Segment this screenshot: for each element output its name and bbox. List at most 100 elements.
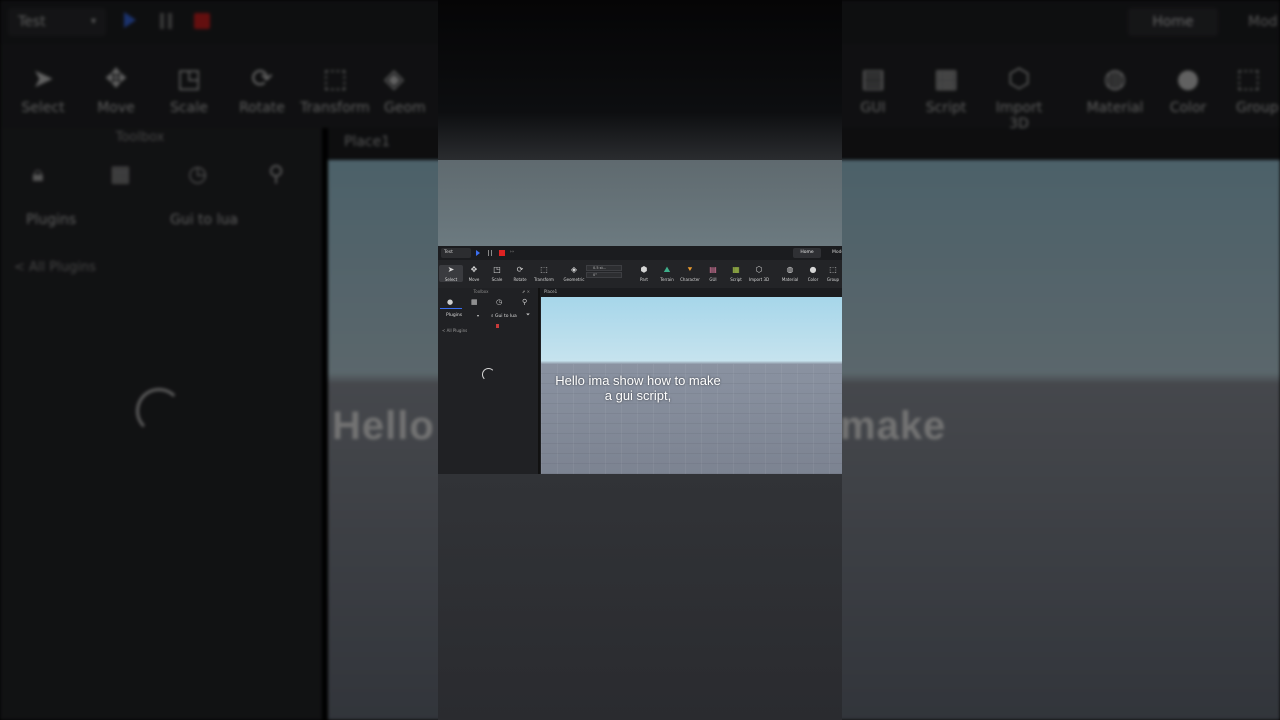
bg-clock-icon: ◷ (188, 162, 208, 187)
bg-tool-select: ➤ Select (8, 64, 78, 116)
step-icon[interactable]: ↦ (510, 249, 514, 255)
group-icon: ⬚ (829, 265, 837, 274)
character-icon: ⯆ (686, 265, 694, 274)
bg-grid-icon: ▦ (110, 162, 131, 187)
creations-tab-icon[interactable]: ⚲ (522, 298, 527, 306)
loading-spinner-icon (482, 368, 495, 381)
bg-script-icon: ▦ (933, 64, 959, 94)
bg-all-plugins-link: < All Plugins (14, 260, 96, 275)
bg-pin-icon: ⚲ (268, 162, 285, 187)
stop-icon[interactable] (499, 250, 505, 256)
tool-script[interactable]: ▦ Script (724, 265, 748, 282)
play-icon[interactable] (476, 250, 480, 256)
terrain-icon: ⛰ (663, 265, 671, 274)
tool-scale[interactable]: ◳ Scale (485, 265, 509, 282)
marketplace-tab-icon[interactable]: ▦ (471, 298, 478, 306)
project-dropdown[interactable]: Test (441, 248, 471, 258)
tool-select[interactable]: ➤ Select (439, 265, 463, 282)
part-icon: ⬢ (640, 265, 648, 274)
bg-cursor-icon: ➤ (32, 64, 54, 94)
bg-tool-geom: ◈ Geom (384, 64, 434, 116)
bg-lock-icon: 🔒︎ (32, 162, 44, 187)
bg-tab-home: Home (1128, 8, 1218, 36)
toolbox-tabs: ● ▦ ◷ ⚲ (438, 297, 538, 309)
material-icon: ◍ (786, 265, 794, 274)
script-icon: ▦ (732, 265, 740, 274)
bg-tool-import: ⬡ Import 3D (984, 64, 1054, 132)
cursor-icon: ➤ (447, 265, 455, 274)
bg-rotate-icon: ⟳ (251, 64, 273, 94)
geometric-icon: ◈ (570, 265, 578, 274)
bg-tool-script: ▦ Script (911, 64, 981, 116)
transform-icon: ⬚ (540, 265, 548, 274)
bg-tool-move: ✥ Move (81, 64, 151, 116)
bg-tool-transform: ⬚ Transform (300, 64, 370, 116)
tool-move[interactable]: ✥ Move (462, 265, 486, 282)
tab-place1[interactable]: Place1 (544, 289, 557, 294)
chevron-down-icon[interactable]: ▾ (477, 313, 479, 318)
bg-tool-color: ● Color (1153, 64, 1223, 116)
tool-character[interactable]: ⯆ Character (678, 265, 702, 282)
studio-window: Test ↦ Home Model ➤Select ✥Move ◳Scale ⟳… (438, 246, 842, 474)
all-plugins-link[interactable]: < All Plugins (442, 328, 467, 333)
bg-caption-left: Hello (332, 404, 435, 448)
scale-icon: ◳ (493, 265, 501, 274)
tool-terrain[interactable]: ⛰ Terrain (655, 265, 679, 282)
bg-project-label: Test (18, 14, 46, 30)
search-value: Gui to lua (494, 314, 517, 319)
bg-caption-right: make (840, 404, 947, 448)
video-frame: Test ↦ Home Model ➤Select ✥Move ◳Scale ⟳… (438, 0, 842, 720)
tool-color[interactable]: ● Color (801, 265, 825, 282)
view-tab-bar: Place1 (540, 288, 842, 297)
tool-gui[interactable]: ▤ GUI (701, 265, 725, 282)
undock-icon[interactable]: ⬈ (522, 289, 525, 294)
close-icon[interactable]: ✕ (527, 289, 530, 294)
bg-tool-gui: ▤ GUI (838, 64, 908, 116)
filter-icon[interactable]: ⏷ (526, 312, 530, 318)
move-increment-field[interactable]: 0.5 st... (586, 265, 622, 271)
tool-transform[interactable]: ⬚ Transform (532, 265, 556, 282)
bg-search-text: Gui to lua (170, 212, 238, 228)
inventory-tab-icon[interactable]: ● (447, 298, 453, 306)
bg-project-dropdown: Test ▾ (8, 8, 106, 36)
rotate-icon: ⟳ (516, 265, 524, 274)
move-icon: ✥ (470, 265, 478, 274)
bg-gui-icon: ▤ (860, 64, 886, 94)
color-icon: ● (809, 265, 817, 274)
bg-view-tab-place1: Place1 (344, 134, 391, 150)
frame-sky-band (438, 160, 842, 246)
bg-stop-icon (194, 13, 210, 29)
bg-color-icon: ● (1176, 64, 1200, 94)
tool-material[interactable]: ◍ Material (778, 265, 802, 282)
tool-geometric[interactable]: ◈ Geometric (562, 265, 586, 282)
tool-group[interactable]: ⬚ Group (824, 265, 842, 282)
tool-rotate[interactable]: ⟳ Rotate (508, 265, 532, 282)
tab-model[interactable]: Model (832, 248, 842, 258)
bg-tab-model: Mod (1248, 14, 1278, 30)
active-tab-indicator (440, 308, 462, 309)
tab-home[interactable]: Home (793, 248, 821, 258)
bg-tool-scale: ◳ Scale (154, 64, 224, 116)
pause-icon[interactable] (488, 250, 492, 256)
bg-group-icon: ⬚ (1236, 64, 1261, 94)
bg-pause-icon (160, 13, 172, 29)
recent-tab-icon[interactable]: ◷ (496, 298, 502, 306)
bg-tool-rotate: ⟳ Rotate (227, 64, 297, 116)
toolbox-title: Toolbox (473, 289, 489, 294)
rotate-increment-field[interactable]: 0° (586, 272, 622, 278)
bg-play-icon (124, 12, 136, 28)
bg-tool-group: ⬚ Group (1236, 64, 1279, 116)
caption-line-2: a gui script, (604, 388, 672, 403)
bg-transform-icon: ⬚ (322, 64, 348, 94)
bg-panel-title: Toolbox (115, 130, 165, 145)
frame-bottom-ground (438, 474, 842, 720)
bg-panel-tabs: 🔒︎ ▦ ◷ ⚲ (0, 156, 322, 196)
category-dropdown[interactable]: Plugins (446, 313, 462, 318)
subtitle-caption: Hello ima show how to make a gui script, (538, 373, 738, 403)
tool-part[interactable]: ⬢ Part (632, 265, 656, 282)
bg-geometric-icon: ◈ (384, 64, 404, 94)
gui-icon: ▤ (709, 265, 717, 274)
bg-import-icon: ⬡ (1007, 64, 1031, 94)
search-input[interactable]: ⌕ Gui to lua (491, 313, 517, 319)
tool-import-3d[interactable]: ⬡ Import 3D (747, 265, 771, 282)
